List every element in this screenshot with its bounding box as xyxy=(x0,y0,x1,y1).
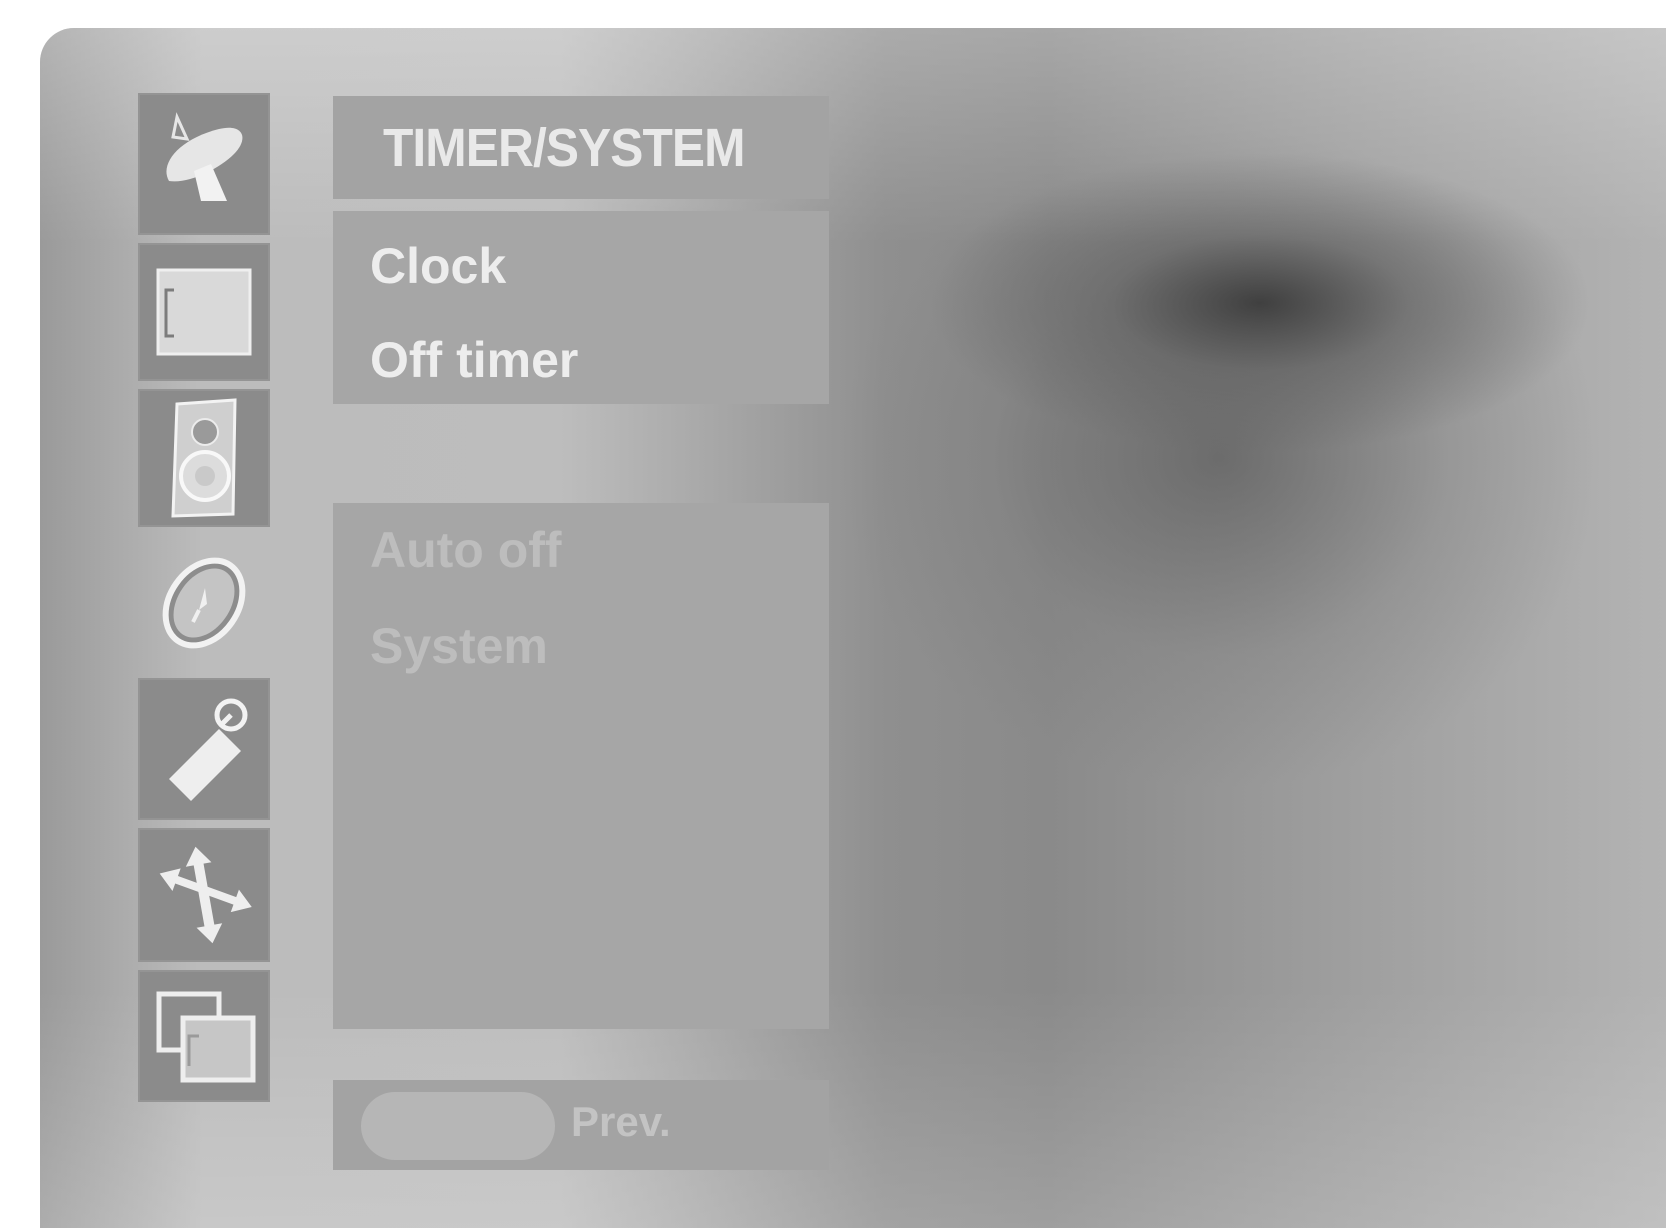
osd-screen: TIMER/SYSTEM Clock Off timer Auto off Sy… xyxy=(40,28,1666,1228)
speaker-icon xyxy=(171,398,237,518)
screen-icon xyxy=(156,268,252,356)
menu-title-bar: TIMER/SYSTEM xyxy=(333,96,829,199)
sidebar-item-timer[interactable] xyxy=(138,538,270,668)
menu-item-clock[interactable]: Clock xyxy=(370,237,506,295)
sidebar-item-pip[interactable] xyxy=(138,970,270,1102)
menu-item-off-timer[interactable]: Off timer xyxy=(370,331,578,389)
sidebar-item-satellite[interactable] xyxy=(138,93,270,235)
sidebar-item-special[interactable] xyxy=(138,678,270,820)
satellite-dish-icon xyxy=(166,112,243,201)
prev-button[interactable] xyxy=(361,1092,555,1160)
menu-group-inactive: Auto off System xyxy=(333,503,829,1029)
sidebar-item-picture[interactable] xyxy=(138,243,270,381)
sidebar-item-audio[interactable] xyxy=(138,389,270,527)
menu-group-active: Clock Off timer xyxy=(333,211,829,404)
tag-icon xyxy=(169,698,248,801)
menu-item-system[interactable]: System xyxy=(370,617,548,675)
sidebar-item-screen[interactable] xyxy=(138,828,270,962)
page-title: TIMER/SYSTEM xyxy=(383,117,746,178)
footer-bar: Prev. xyxy=(333,1080,829,1170)
menu-item-auto-off[interactable]: Auto off xyxy=(370,521,562,579)
pip-windows-icon xyxy=(156,991,256,1083)
prev-label: Prev. xyxy=(571,1098,671,1145)
clock-icon xyxy=(162,557,246,649)
move-arrows-icon xyxy=(159,846,252,944)
